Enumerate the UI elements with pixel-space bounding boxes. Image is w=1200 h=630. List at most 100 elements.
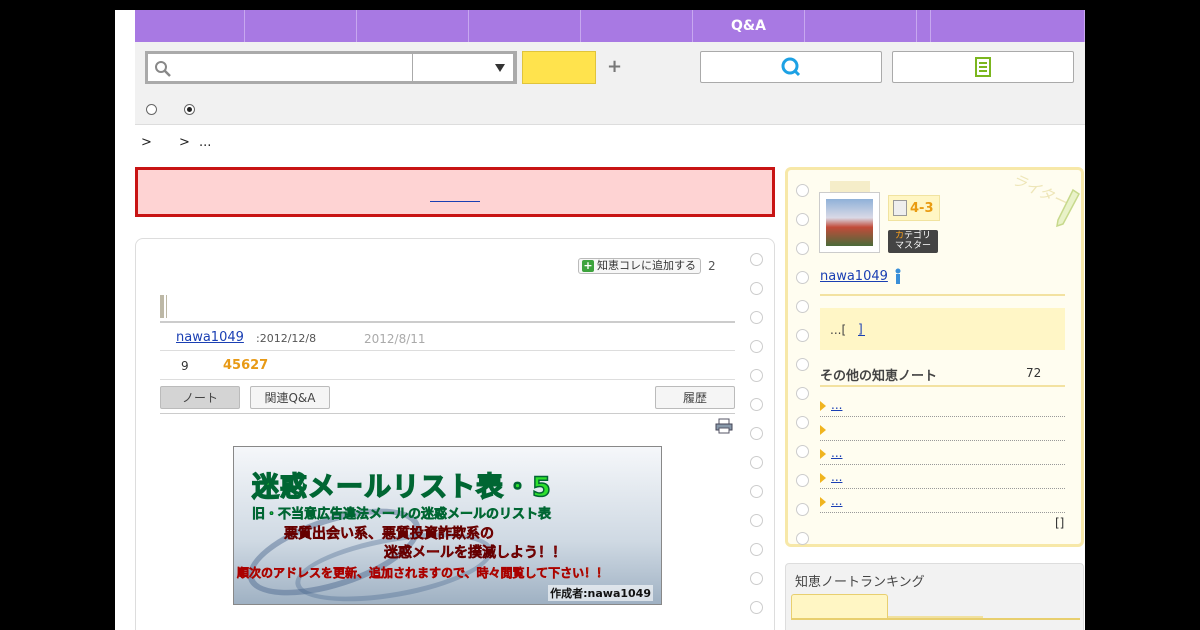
binder-ring (796, 532, 809, 545)
other-note-item: ... (820, 467, 1065, 489)
writer-intro: ...[ ] (820, 308, 1065, 350)
search-button[interactable] (522, 51, 596, 84)
binder-ring (750, 282, 763, 295)
posted-date: :2012/12/8 (256, 332, 317, 345)
binder-ring (750, 572, 763, 585)
alert-box (135, 167, 775, 217)
binder-ring (750, 340, 763, 353)
author-row: nawa1049 :2012/12/8 2012/8/11 (160, 323, 735, 351)
binder-ring (750, 253, 763, 266)
binder-ring (796, 271, 809, 284)
title-marker (160, 295, 164, 318)
note-panel: + 知恵コレに追加する 2 nawa1049 :2012/12/8 2012/8… (135, 238, 775, 630)
binder-ring (796, 213, 809, 226)
nav-item-6[interactable] (805, 10, 917, 42)
binder-ring (796, 184, 809, 197)
binder-ring (796, 416, 809, 429)
banner-title: 迷惑メールリスト表・5 (251, 471, 552, 504)
note-banner-image: 迷惑メールリスト表・5 旧・不当意広告違法メールの迷惑メールのリスト表 悪質出会… (233, 446, 662, 605)
binder-ring (750, 543, 763, 556)
note-icon (975, 57, 991, 77)
bullet-triangle-icon (820, 473, 826, 483)
category-master-badge-line1: テゴリ (904, 231, 932, 241)
other-note-link[interactable]: ... (831, 446, 842, 460)
category-master-badge: カテゴリ マスター (888, 230, 938, 253)
writer-name-link[interactable]: nawa1049 (820, 269, 888, 284)
nav-item-7[interactable] (917, 10, 931, 42)
other-note-item (820, 419, 1065, 441)
pencil-icon (1056, 188, 1080, 228)
other-note-item: ... (820, 395, 1065, 417)
plus-icon[interactable]: + (607, 56, 622, 77)
other-note-item: ... (820, 491, 1065, 513)
search-category-select[interactable] (412, 51, 516, 84)
writer-divider (820, 294, 1065, 296)
banner-credit: 作成者:nawa1049 (548, 585, 653, 601)
breadcrumb-separator: > (179, 135, 190, 150)
other-notes-count: 72 (1026, 366, 1042, 380)
search-scope-radio-0[interactable] (146, 104, 157, 115)
other-notes-label: その他の知恵ノート (820, 369, 938, 384)
breadcrumb-separator: > (141, 135, 152, 150)
category-master-badge-kana: カ (894, 231, 904, 241)
ranking-title: 知恵ノートランキング (795, 575, 925, 590)
print-icon[interactable] (715, 418, 733, 434)
binder-ring (796, 329, 809, 342)
search-scope-radio-1[interactable] (184, 104, 195, 115)
global-nav: Q&A (135, 10, 1085, 42)
tab-note[interactable]: ノート (160, 386, 240, 409)
tab-history[interactable]: 履歴 (655, 386, 735, 409)
category-master-badge-line2: マスター (894, 241, 931, 251)
plus-icon: + (582, 259, 594, 272)
nav-item-4[interactable] (581, 10, 693, 42)
binder-ring (796, 242, 809, 255)
person-icon (895, 268, 901, 284)
breadcrumb: > > ... (141, 135, 211, 155)
writer-rank-badge: 4-3 (888, 195, 940, 221)
author-link[interactable]: nawa1049 (176, 330, 244, 345)
add-to-collection-button[interactable]: + 知恵コレに追加する (578, 258, 701, 274)
useful-count: 9 (181, 359, 189, 373)
tab-related-qa[interactable]: 関連Q&A (250, 386, 330, 409)
banner-line-1: 旧・不当意広告違法メールの迷惑メールのリスト表 (252, 507, 552, 523)
write-note-button[interactable] (892, 51, 1074, 83)
nav-item-5[interactable]: Q&A (693, 10, 805, 42)
other-note-link[interactable]: ... (831, 494, 842, 508)
banner-line-4: 順次のアドレスを更新、追加されますので、時々閲覧して下さい！！ (237, 566, 609, 581)
tab-divider (160, 413, 735, 414)
avatar[interactable] (819, 192, 880, 253)
binder-ring (750, 311, 763, 324)
binder-ring (750, 601, 763, 614)
add-to-collection-label: 知恵コレに追加する (597, 259, 696, 272)
banner-line-2: 悪質出会い系、悪質投資詐欺系の (284, 526, 495, 543)
note-ranking-panel: 知恵ノートランキング (785, 563, 1084, 630)
writer-intro-text: ...[ (830, 323, 847, 337)
more-notes-link[interactable]: [] (1055, 516, 1064, 530)
stats-row: 9 45627 (160, 351, 735, 380)
nav-item-2[interactable] (357, 10, 469, 42)
ranking-divider (791, 618, 1080, 620)
page: Q&A + > > ... + 知恵コレに追加する 2 nawa1049:20… (115, 10, 1085, 630)
nav-item-8[interactable] (931, 10, 1085, 42)
bullet-triangle-icon (820, 401, 826, 411)
writer-rank-value: 4-3 (910, 200, 934, 216)
binder-ring (796, 474, 809, 487)
other-note-link[interactable]: ... (831, 470, 842, 484)
search-band: + (135, 42, 1085, 125)
breadcrumb-current: ... (199, 135, 212, 150)
writer-intro-link[interactable]: ] (858, 322, 865, 336)
updated-date: 2012/8/11 (364, 332, 426, 346)
alert-link[interactable] (430, 184, 480, 202)
ask-question-button[interactable] (700, 51, 882, 83)
nav-item-1[interactable] (245, 10, 357, 42)
ranking-tab-active[interactable] (791, 594, 888, 618)
nav-item-3[interactable] (469, 10, 581, 42)
other-note-link[interactable]: ... (831, 398, 842, 412)
binder-ring (796, 358, 809, 371)
q-icon (781, 57, 801, 77)
binder-ring (750, 485, 763, 498)
binder-ring (750, 514, 763, 527)
binder-ring (750, 456, 763, 469)
view-count: 45627 (223, 358, 269, 373)
nav-item-0[interactable] (135, 10, 245, 42)
